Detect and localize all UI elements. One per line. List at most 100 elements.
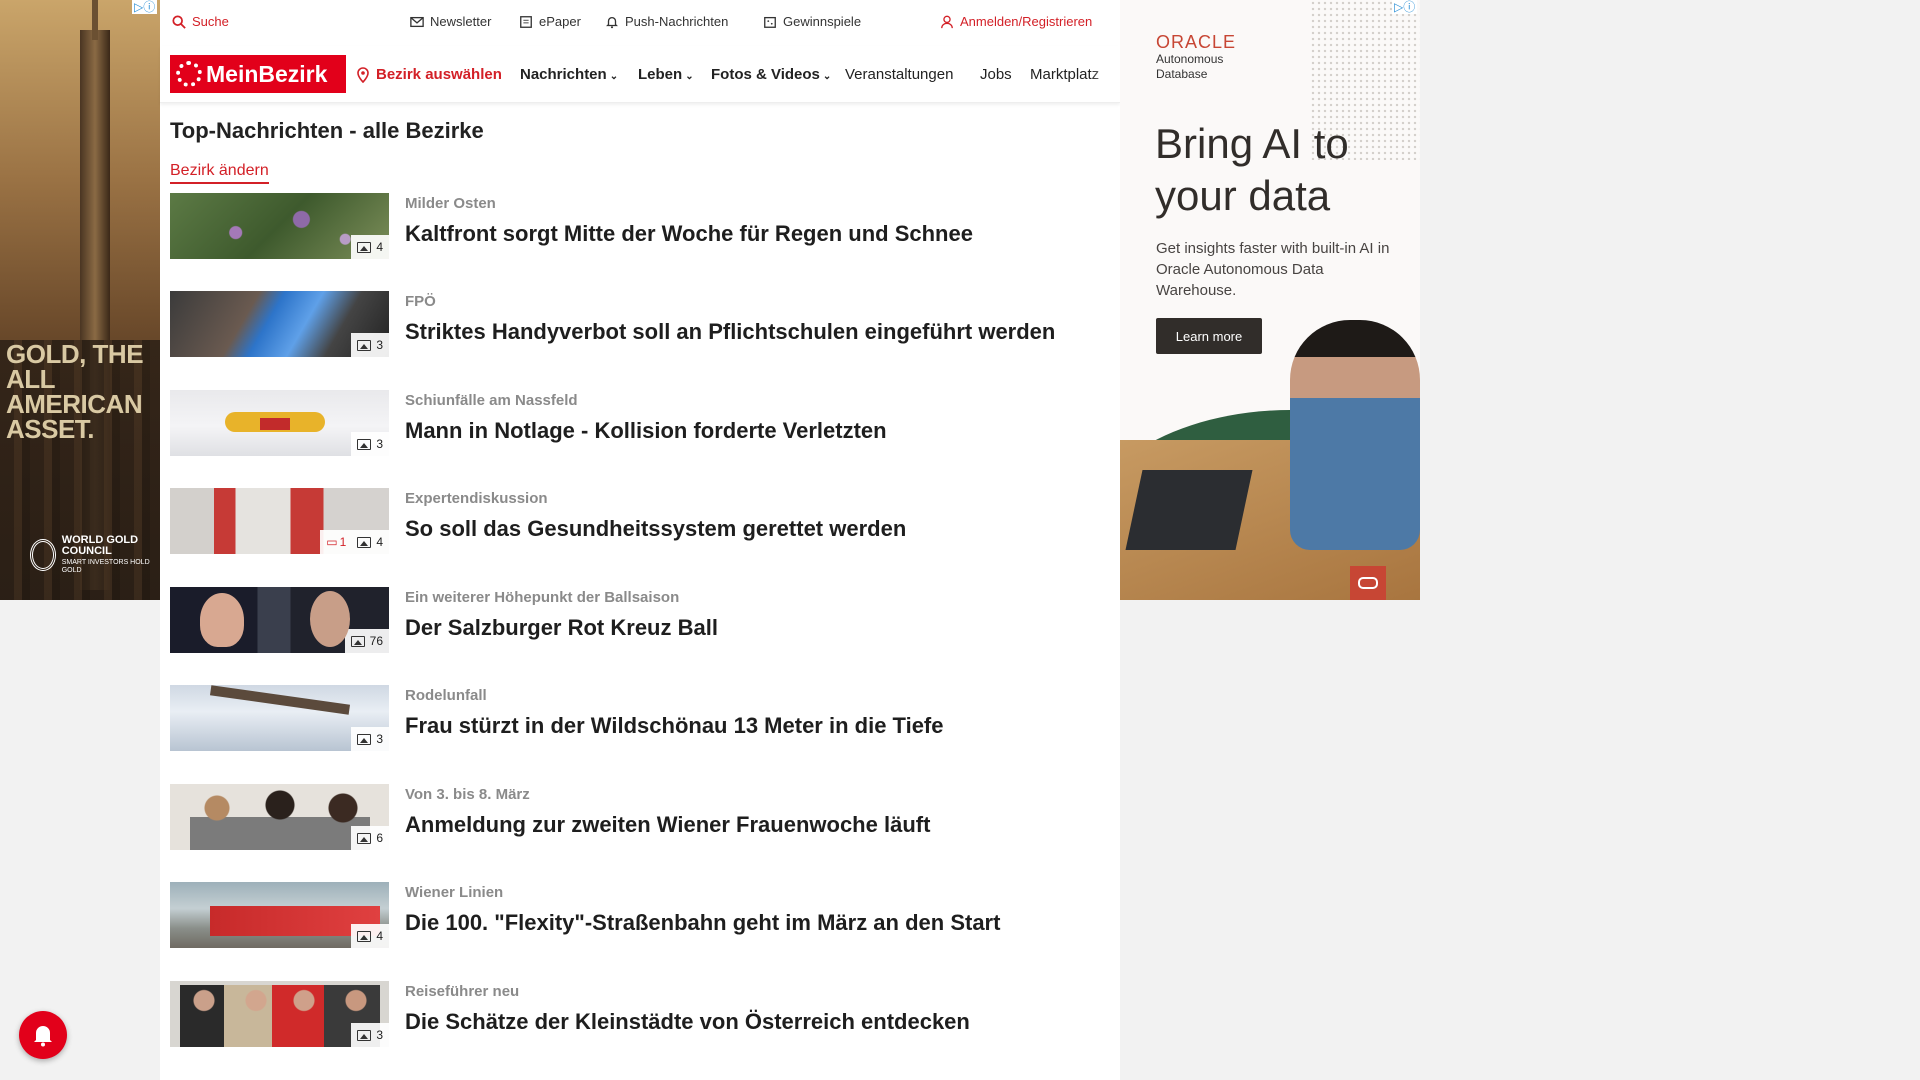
comment-count[interactable]: ▭ 1 — [326, 535, 346, 549]
article-kicker: Rodelunfall — [405, 687, 487, 704]
map-pin-icon — [357, 66, 369, 83]
games-label: Gewinnspiele — [783, 14, 862, 29]
image-icon — [357, 832, 372, 844]
nav-item-jobs[interactable]: Jobs — [980, 66, 1012, 83]
push-notification-bell-button[interactable] — [19, 1011, 67, 1059]
image-icon — [357, 339, 372, 351]
oracle-logo-icon — [1350, 566, 1386, 600]
article-thumbnail[interactable]: 3 — [170, 390, 389, 456]
nav-label: Jobs — [980, 66, 1012, 83]
image-count-badge: 3 — [351, 1023, 389, 1047]
login-link[interactable]: Anmelden/Registrieren — [940, 14, 1092, 29]
chevron-down-icon: ⌄ — [685, 71, 694, 82]
article-item[interactable]: 4 Wiener Linien Die 100. "Flexity"-Straß… — [170, 882, 1110, 950]
image-icon — [350, 635, 365, 647]
article-item[interactable]: ▭ 1 4 Expertendiskussion So soll das Gesu… — [170, 488, 1110, 556]
main-content: Suche Newsletter ePaper Push-Nachrichten… — [160, 0, 1120, 1080]
nav-label: Fotos & Videos — [711, 66, 820, 83]
article-headline[interactable]: Die Schätze der Kleinstädte von Österrei… — [405, 1009, 970, 1035]
change-district-link[interactable]: Bezirk ändern — [170, 162, 269, 184]
logo-text: MeinBezirk — [206, 60, 328, 87]
article-thumbnail[interactable]: 4 — [170, 193, 389, 259]
nav-fade-overlay — [1090, 46, 1120, 102]
nav-item-marktplatz[interactable]: Marktplatz — [1030, 66, 1099, 83]
article-kicker: Reiseführer neu — [405, 983, 520, 1000]
image-count-badge: 4 — [351, 924, 389, 948]
top-utility-bar: Suche Newsletter ePaper Push-Nachrichten… — [160, 0, 1120, 46]
search-icon — [172, 14, 186, 29]
article-kicker: Schiunfälle am Nassfeld — [405, 392, 578, 409]
image-count: 3 — [376, 437, 383, 451]
mail-icon — [410, 16, 424, 27]
epaper-link[interactable]: ePaper — [519, 14, 581, 29]
article-thumbnail[interactable]: 6 — [170, 784, 389, 850]
ad-headline: GOLD, THE ALL AMERICAN ASSET. — [6, 339, 144, 444]
article-kicker: Expertendiskussion — [405, 490, 548, 507]
article-item[interactable]: 6 Von 3. bis 8. März Anmeldung zur zweit… — [170, 784, 1110, 852]
image-icon — [357, 536, 372, 548]
nav-label: Nachrichten — [520, 66, 607, 83]
nav-item-leben[interactable]: Leben ⌄ — [638, 66, 694, 83]
article-kicker: Wiener Linien — [405, 884, 504, 901]
district-select-label: Bezirk auswählen — [376, 66, 502, 83]
gift-icon — [764, 16, 776, 28]
image-icon — [357, 930, 372, 942]
article-item[interactable]: 4 Milder Osten Kaltfront sorgt Mitte der… — [170, 193, 1110, 261]
search-label: Suche — [192, 14, 229, 29]
push-notifications-link[interactable]: Push-Nachrichten — [605, 14, 728, 29]
article-headline[interactable]: Die 100. "Flexity"-Straßenbahn geht im M… — [405, 910, 1000, 936]
article-headline[interactable]: Mann in Notlage - Kollision forderte Ver… — [405, 418, 887, 444]
article-headline[interactable]: So soll das Gesundheitssystem gerettet w… — [405, 516, 906, 542]
article-thumbnail[interactable]: 3 — [170, 981, 389, 1047]
ad-headline: Bring AI to your data — [1155, 120, 1349, 219]
article-item[interactable]: 3 Rodelunfall Frau stürzt in der Wildsch… — [170, 685, 1110, 753]
image-count: 3 — [376, 732, 383, 746]
logo-flower-icon — [176, 61, 202, 87]
image-icon — [357, 438, 372, 450]
image-icon — [357, 1029, 372, 1041]
nav-label: Marktplatz — [1030, 66, 1100, 83]
image-count-badge: 6 — [351, 826, 389, 850]
comment-icon: ▭ — [326, 535, 338, 549]
adchoices-icon[interactable]: ▷ⓘ — [132, 0, 158, 14]
nav-label: Leben — [638, 66, 683, 83]
article-thumbnail[interactable]: ▭ 1 4 — [170, 488, 389, 554]
article-headline[interactable]: Der Salzburger Rot Kreuz Ball — [405, 615, 718, 641]
adchoices-icon[interactable]: ▷ⓘ — [1392, 0, 1418, 14]
search-link[interactable]: Suche — [172, 14, 229, 29]
article-item[interactable]: 3 FPÖ Striktes Handyverbot soll an Pflic… — [170, 291, 1110, 359]
nav-label: Veranstaltungen — [845, 66, 954, 83]
article-headline[interactable]: Anmeldung zur zweiten Wiener Frauenwoche… — [405, 812, 930, 838]
article-headline[interactable]: Kaltfront sorgt Mitte der Woche für Rege… — [405, 221, 973, 247]
article-item[interactable]: 76 Ein weiterer Höhepunkt der Ballsaison… — [170, 587, 1110, 655]
article-thumbnail[interactable]: 3 — [170, 291, 389, 357]
left-ad-banner[interactable]: GOLD, THE ALL AMERICAN ASSET. WORLD GOLD… — [0, 0, 160, 600]
user-icon — [941, 15, 953, 28]
image-count: 4 — [376, 535, 383, 549]
newsletter-link[interactable]: Newsletter — [410, 14, 491, 29]
newspaper-icon — [520, 15, 532, 28]
article-thumbnail[interactable]: 3 — [170, 685, 389, 751]
image-count-badge: 76 — [344, 629, 389, 653]
image-count: 4 — [376, 929, 383, 943]
district-select-button[interactable]: Bezirk auswählen — [356, 66, 502, 83]
ad-tagline: SMART INVESTORS HOLD GOLD — [61, 559, 150, 574]
image-count: 3 — [376, 1028, 383, 1042]
article-thumbnail[interactable]: 76 — [170, 587, 389, 653]
article-item[interactable]: 3 Reiseführer neu Die Schätze der Kleins… — [170, 981, 1110, 1049]
meinbezirk-logo[interactable]: MeinBezirk — [170, 55, 346, 93]
right-ad-banner[interactable]: ORACLE Autonomous Database Bring AI to y… — [1120, 0, 1420, 600]
article-headline[interactable]: Frau stürzt in der Wildschönau 13 Meter … — [405, 713, 944, 739]
nav-item-nachrichten[interactable]: Nachrichten ⌄ — [520, 66, 618, 83]
nav-item-veranstaltungen[interactable]: Veranstaltungen — [845, 66, 953, 83]
ad-product: Autonomous Database — [1156, 52, 1224, 81]
nav-item-fotos-videos[interactable]: Fotos & Videos ⌄ — [711, 66, 831, 83]
image-count-badge: 3 — [351, 333, 389, 357]
article-thumbnail[interactable]: 4 — [170, 882, 389, 948]
chevron-down-icon: ⌄ — [822, 71, 832, 82]
games-link[interactable]: Gewinnspiele — [763, 14, 861, 29]
ad-learn-more-button[interactable]: Learn more — [1156, 318, 1262, 354]
ad-brand-name: WORLD GOLD COUNCIL — [61, 534, 139, 557]
article-headline[interactable]: Striktes Handyverbot soll an Pflichtschu… — [405, 319, 1055, 345]
article-item[interactable]: 3 Schiunfälle am Nassfeld Mann in Notlag… — [170, 390, 1110, 458]
